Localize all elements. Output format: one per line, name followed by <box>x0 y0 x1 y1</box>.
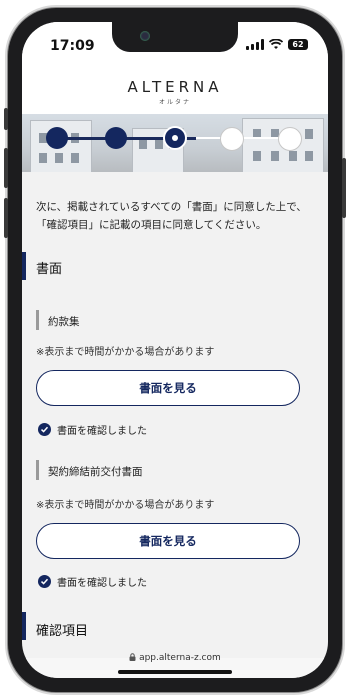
checkmark-icon <box>38 423 51 436</box>
document-confirmed-2[interactable]: 書面を確認しました <box>38 574 147 589</box>
step-2-complete <box>105 127 127 149</box>
brand-logo-subtext: オルタナ <box>158 99 191 106</box>
status-bar: 17:09 62 <box>22 22 328 66</box>
section-accent-bar <box>22 252 26 280</box>
confirmed-label-1: 書面を確認しました <box>57 426 147 437</box>
intro-text: 次に、掲載されているすべての「書面」に同意した上で、「確認項目」に記載の項目に同… <box>36 201 307 231</box>
document-accent-bar <box>36 310 39 330</box>
url-text: app.alterna-z.com <box>139 653 221 663</box>
document-title-2: 契約締結前交付書面 <box>48 466 143 478</box>
screen: 17:09 62 ALTERNA オルタナ 次に、掲載されているすべての「書面」… <box>22 22 328 678</box>
browser-url-bar[interactable]: app.alterna-z.com <box>22 653 328 678</box>
document-title-1: 約款集 <box>48 316 80 328</box>
section-accent-bar <box>22 612 26 640</box>
progress-stepper <box>22 114 328 172</box>
battery-level: 62 <box>292 39 304 49</box>
view-document-button-1[interactable]: 書面を見る <box>36 370 300 406</box>
step-4-pending <box>220 127 244 151</box>
app-header: ALTERNA オルタナ <box>22 66 328 114</box>
volume-down-button <box>4 198 8 238</box>
status-icons: 62 <box>246 39 308 50</box>
wifi-icon <box>269 39 283 49</box>
battery-icon: 62 <box>288 39 308 50</box>
confirmed-label-2: 書面を確認しました <box>57 578 147 589</box>
cellular-signal-icon <box>246 39 264 50</box>
step-5-pending <box>278 127 302 151</box>
loading-note-2: ※表示まで時間がかかる場合があります <box>36 500 215 511</box>
brand-logo[interactable]: ALTERNA <box>22 78 328 96</box>
step-3-current <box>163 126 187 150</box>
checkmark-icon <box>38 575 51 588</box>
lock-icon <box>129 653 136 661</box>
document-accent-bar <box>36 460 39 480</box>
home-indicator[interactable] <box>118 670 232 674</box>
loading-note-1: ※表示まで時間がかかる場合があります <box>36 347 215 358</box>
front-camera <box>140 31 150 41</box>
section-title-documents: 書面 <box>36 262 63 277</box>
main-content: 次に、掲載されているすべての「書面」に同意した上で、「確認項目」に記載の項目に同… <box>22 172 328 658</box>
section-title-confirmation: 確認項目 <box>36 624 89 639</box>
phone-frame: 17:09 62 ALTERNA オルタナ 次に、掲載されているすべての「書面」… <box>4 8 346 692</box>
view-document-button-2[interactable]: 書面を見る <box>36 523 300 559</box>
notch <box>112 22 238 52</box>
url-display[interactable]: app.alterna-z.com <box>22 653 328 663</box>
volume-up-button <box>4 148 8 188</box>
status-time: 17:09 <box>50 38 95 54</box>
power-button <box>342 158 346 218</box>
mute-switch <box>4 108 8 130</box>
step-1-complete <box>46 127 68 149</box>
document-confirmed-1[interactable]: 書面を確認しました <box>38 422 147 437</box>
